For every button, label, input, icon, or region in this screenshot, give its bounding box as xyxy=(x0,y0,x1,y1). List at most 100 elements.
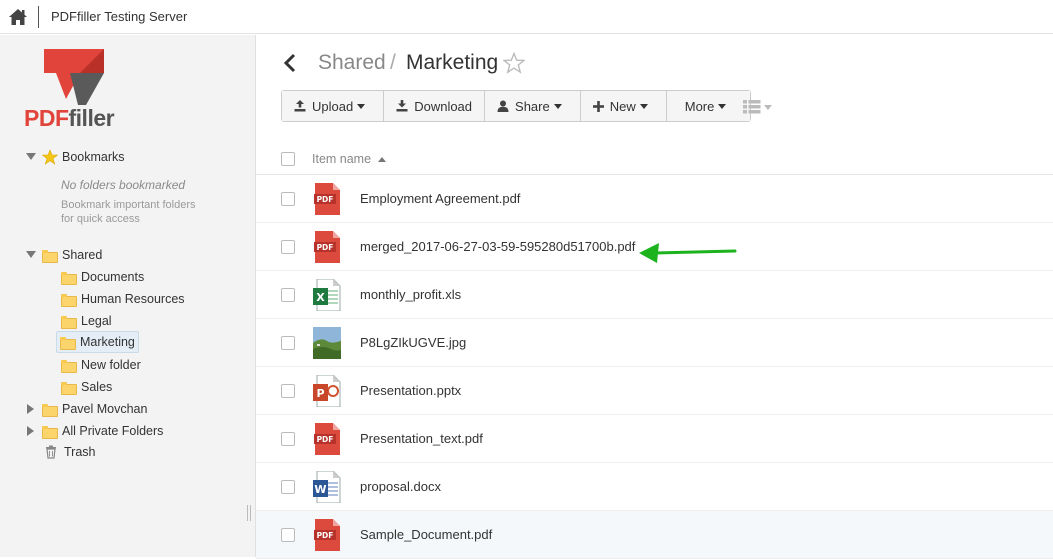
list-header: Item name xyxy=(256,143,1053,175)
sidebar-item-label: Shared xyxy=(62,248,103,262)
more-button[interactable]: More xyxy=(666,91,751,121)
sidebar-item-label: Legal xyxy=(81,314,112,328)
sidebar-item-label: Human Resources xyxy=(81,292,185,306)
svg-text:PDF: PDF xyxy=(317,195,334,204)
sort-asc-icon xyxy=(377,156,386,162)
sidebar-item-label: All Private Folders xyxy=(62,424,164,438)
file-name[interactable]: merged_2017-06-27-03-59-595280d51700b.pd… xyxy=(360,239,635,254)
breadcrumb-current: Marketing xyxy=(406,51,499,74)
row-checkbox[interactable] xyxy=(281,432,295,446)
pdf-file-icon: PDF xyxy=(314,519,340,551)
sidebar: PDFfiller Bookmarks No folders bookmarke… xyxy=(0,35,256,557)
caret-right-icon[interactable] xyxy=(24,402,38,416)
row-checkbox[interactable] xyxy=(281,336,295,350)
sidebar-item-trash[interactable]: Trash xyxy=(44,442,96,462)
file-name[interactable]: Sample_Document.pdf xyxy=(360,527,492,542)
pdf-file-icon: PDF xyxy=(314,423,340,455)
view-mode-toggle[interactable] xyxy=(743,99,775,115)
dropdown-caret-icon xyxy=(553,103,562,109)
select-all-checkbox[interactable] xyxy=(281,152,295,166)
plus-icon xyxy=(592,100,604,112)
svg-text:P: P xyxy=(316,387,324,400)
row-checkbox[interactable] xyxy=(281,288,295,302)
server-title: PDFfiller Testing Server xyxy=(51,9,188,24)
sidebar-item-shared[interactable]: Shared xyxy=(24,245,102,265)
svg-text:PDF: PDF xyxy=(317,243,334,252)
dropdown-caret-icon xyxy=(357,103,366,109)
file-name[interactable]: proposal.docx xyxy=(360,479,441,494)
share-button[interactable]: Share xyxy=(485,91,581,121)
folder-icon xyxy=(42,403,58,417)
image-thumbnail-icon xyxy=(313,327,341,359)
sidebar-item-documents[interactable]: Documents xyxy=(61,267,144,287)
breadcrumb-shared[interactable]: Shared xyxy=(318,51,386,75)
star-icon xyxy=(42,149,58,165)
file-name[interactable]: Presentation.pptx xyxy=(360,383,461,398)
dropdown-caret-icon xyxy=(718,103,727,109)
upload-button[interactable]: Upload xyxy=(282,91,385,121)
file-row[interactable]: PDF Presentation_text.pdf xyxy=(256,415,1053,463)
row-checkbox[interactable] xyxy=(281,240,295,254)
home-icon xyxy=(9,8,27,25)
bookmark-star-icon[interactable] xyxy=(503,52,525,74)
bookmarks-empty-hint: Bookmark important folders for quick acc… xyxy=(61,199,196,225)
sidebar-item-legal[interactable]: Legal xyxy=(61,311,112,331)
sidebar-item-sales[interactable]: Sales xyxy=(61,377,112,397)
row-checkbox[interactable] xyxy=(281,384,295,398)
file-row[interactable]: PDF Employment Agreement.pdf xyxy=(256,175,1053,223)
user-icon xyxy=(497,100,509,112)
column-item-name[interactable]: Item name xyxy=(312,152,386,166)
excel-file-icon: X xyxy=(313,279,341,311)
logo-text: PDFfiller xyxy=(24,105,115,131)
folder-icon xyxy=(61,381,77,395)
topbar-divider xyxy=(38,5,39,28)
upload-icon xyxy=(294,100,306,112)
download-button[interactable]: Download xyxy=(384,91,486,121)
file-row[interactable]: P8LgZIkUGVE.jpg xyxy=(256,319,1053,367)
sidebar-item-label: New folder xyxy=(81,358,141,372)
toolbar: Upload Download Share New More xyxy=(281,90,752,122)
file-row[interactable]: PDF Sample_Document.pdf xyxy=(256,511,1053,559)
folder-icon xyxy=(42,249,58,263)
word-file-icon: W xyxy=(313,471,341,503)
back-arrow-icon[interactable] xyxy=(282,52,298,74)
sidebar-item-label: Marketing xyxy=(80,335,135,349)
top-bar: PDFfiller Testing Server xyxy=(0,0,1053,34)
sidebar-item-new-folder[interactable]: New folder xyxy=(61,355,141,375)
caret-right-icon[interactable] xyxy=(24,424,38,438)
sidebar-item-human-resources[interactable]: Human Resources xyxy=(61,289,185,309)
sidebar-item-marketing[interactable]: Marketing xyxy=(56,331,139,353)
svg-text:PDF: PDF xyxy=(317,435,334,444)
sidebar-item-label: Pavel Movchan xyxy=(62,402,148,416)
caret-down-icon[interactable] xyxy=(24,248,38,262)
sidebar-item-bookmarks[interactable]: Bookmarks xyxy=(24,147,125,167)
row-checkbox[interactable] xyxy=(281,528,295,542)
file-name[interactable]: Employment Agreement.pdf xyxy=(360,191,520,206)
sidebar-item-label: Trash xyxy=(64,445,96,459)
file-row[interactable]: P Presentation.pptx xyxy=(256,367,1053,415)
folder-icon xyxy=(61,315,77,329)
trash-icon xyxy=(46,445,56,459)
svg-text:X: X xyxy=(316,291,325,304)
download-icon xyxy=(396,100,408,112)
file-row[interactable]: W proposal.docx xyxy=(256,463,1053,511)
folder-icon xyxy=(42,425,58,439)
file-row[interactable]: X monthly_profit.xls xyxy=(256,271,1053,319)
home-button[interactable] xyxy=(4,3,32,31)
pdf-file-icon: PDF xyxy=(314,183,340,215)
file-name[interactable]: monthly_profit.xls xyxy=(360,287,461,302)
file-name[interactable]: P8LgZIkUGVE.jpg xyxy=(360,335,466,350)
new-button[interactable]: New xyxy=(580,91,667,121)
sidebar-item-all-private-folders[interactable]: All Private Folders xyxy=(24,421,163,441)
row-checkbox[interactable] xyxy=(281,480,295,494)
sidebar-resize-handle[interactable] xyxy=(247,505,251,521)
caret-down-icon[interactable] xyxy=(24,150,38,164)
bookmarks-label: Bookmarks xyxy=(62,150,125,164)
list-view-icon xyxy=(743,100,772,114)
sidebar-item-pavel-movchan[interactable]: Pavel Movchan xyxy=(24,399,147,419)
sidebar-item-label: Documents xyxy=(81,270,145,284)
row-checkbox[interactable] xyxy=(281,192,295,206)
file-name[interactable]: Presentation_text.pdf xyxy=(360,431,483,446)
breadcrumb-separator: / xyxy=(390,51,396,74)
folder-icon xyxy=(61,271,77,285)
